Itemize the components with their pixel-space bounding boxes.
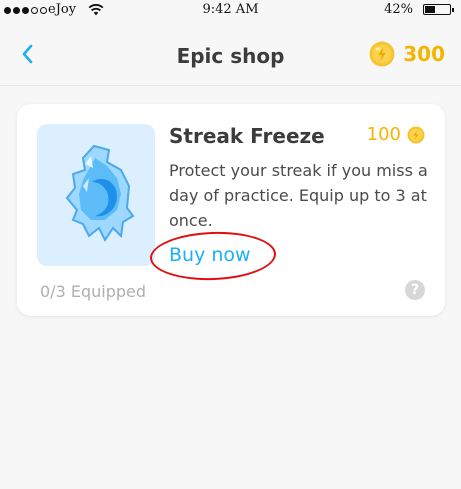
gold-coin-icon xyxy=(407,126,425,143)
item-price: 100 xyxy=(367,124,425,145)
buy-now-button[interactable]: Buy now xyxy=(169,244,251,266)
gem-count: 300 xyxy=(403,42,445,66)
gem-balance[interactable]: 300 xyxy=(369,41,445,67)
help-icon[interactable]: ? xyxy=(405,280,425,300)
item-image xyxy=(37,124,155,266)
item-description: Protect your streak if you miss a day of… xyxy=(169,161,428,230)
streak-freeze-ice-icon xyxy=(65,144,135,242)
price-value: 100 xyxy=(366,124,401,145)
battery-percent: 42% xyxy=(384,2,413,17)
battery-icon xyxy=(423,4,454,15)
item-title: Streak Freeze xyxy=(169,124,325,148)
gold-coin-icon xyxy=(369,41,395,67)
shop-item-card: Streak Freeze 100 Protect your streak if… xyxy=(17,104,445,316)
status-bar: eJoy 9:42 AM 42% xyxy=(0,0,461,22)
equipped-status: 0/3 Equipped xyxy=(40,282,146,301)
nav-bar: Epic shop 300 xyxy=(0,22,461,86)
